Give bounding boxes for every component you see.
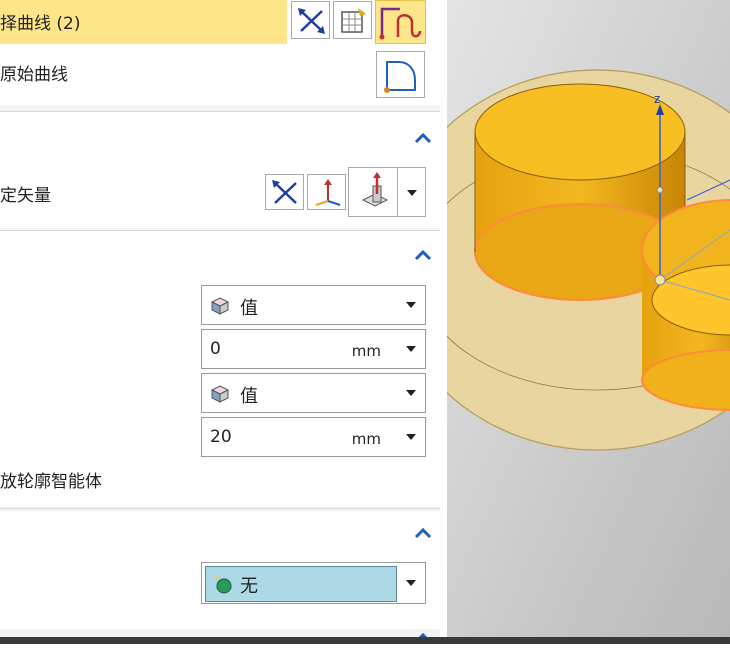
inferred-vector-button[interactable] <box>348 167 398 217</box>
section-boolean: 无 <box>0 511 440 629</box>
corner-curve-icon <box>384 61 416 93</box>
end-distance-unit: mm <box>351 430 381 448</box>
curve-selected-button[interactable] <box>375 0 426 44</box>
axis-vector-icon <box>315 179 341 206</box>
reverse-direction-button[interactable] <box>265 174 304 210</box>
specify-vector-label: 定矢量 <box>0 186 51 206</box>
section-curve: 择曲线 (2) 原始曲线 <box>0 0 440 105</box>
smart-body-label: 放轮廓智能体 <box>0 472 102 492</box>
chevron-down-icon <box>406 346 416 352</box>
select-curve-row[interactable]: 择曲线 (2) <box>0 0 287 44</box>
graphics-viewport[interactable]: z <box>386 0 730 644</box>
start-type-text: 值 <box>240 298 258 319</box>
vector-dialog-button[interactable] <box>307 174 346 210</box>
end-type-text: 值 <box>240 386 258 407</box>
chevron-down-icon <box>406 302 416 308</box>
collapse-up-icon[interactable] <box>411 245 435 265</box>
chevron-down-icon <box>406 434 416 440</box>
collapse-up-icon[interactable] <box>411 523 435 543</box>
start-distance-field[interactable]: 0 mm <box>201 329 426 369</box>
original-curve-label: 原始曲线 <box>0 65 68 85</box>
boolean-dropdown[interactable]: 无 <box>201 562 426 604</box>
sketch-section-button[interactable] <box>333 1 372 39</box>
start-distance-unit: mm <box>351 342 381 360</box>
value-cube-icon <box>210 385 230 403</box>
inferred-vector-icon <box>361 172 389 207</box>
end-type-dropdown[interactable]: 值 <box>201 373 426 413</box>
start-type-dropdown[interactable]: 值 <box>201 285 426 325</box>
cylinder-right[interactable] <box>641 199 730 411</box>
value-cube-icon <box>210 297 230 315</box>
chevron-down-icon <box>407 190 417 196</box>
collapse-up-icon[interactable] <box>411 128 435 148</box>
end-distance-value: 20 <box>210 427 232 447</box>
end-distance-field[interactable]: 20 mm <box>201 417 426 457</box>
chevron-down-icon <box>406 580 416 586</box>
section-limits: 值 0 mm 值 20 mm 放轮廓智能体 <box>0 231 440 507</box>
boolean-text: 无 <box>240 576 258 597</box>
status-bar <box>0 637 730 644</box>
extrude-dialog-panel: 择曲线 (2) 原始曲线 定矢量 值 0 mm 值 20 mm 放轮廓智能体 无 <box>0 0 440 644</box>
cross-arrows-icon <box>298 8 325 34</box>
sketch-grid-icon <box>341 8 366 33</box>
start-distance-value: 0 <box>210 339 221 359</box>
vector-dropdown-button[interactable] <box>397 167 426 217</box>
divider <box>0 508 440 509</box>
reverse-arrows-icon <box>272 180 297 204</box>
boolean-none-icon <box>215 575 232 594</box>
section-direction: 定矢量 <box>0 112 440 228</box>
curve-rule-button[interactable] <box>291 1 330 39</box>
curve-profile-icon <box>379 7 422 40</box>
original-curve-button[interactable] <box>376 51 425 98</box>
select-curve-label: 择曲线 (2) <box>0 14 81 34</box>
3d-model-view[interactable]: z <box>386 0 730 644</box>
svg-text:z: z <box>654 91 661 106</box>
chevron-down-icon <box>406 390 416 396</box>
